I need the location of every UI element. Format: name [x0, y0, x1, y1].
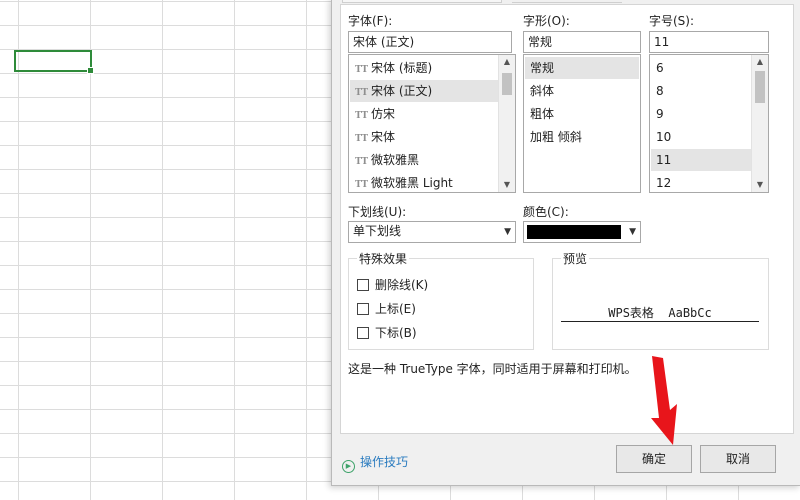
- font-description: 这是一种 TrueType 字体，同时适用于屏幕和打印机。: [348, 362, 637, 376]
- checkbox-box[interactable]: [357, 279, 369, 291]
- underline-label: 下划线(U):: [348, 205, 407, 219]
- font-list-item[interactable]: TT 仿宋: [350, 103, 498, 125]
- style-list[interactable]: 常规 斜体 粗体 加粗 倾斜: [523, 54, 641, 193]
- chevron-down-icon: ▼: [629, 227, 636, 237]
- style-label: 字形(O):: [523, 14, 570, 28]
- subscript-checkbox[interactable]: 下标(B): [357, 324, 417, 342]
- preview-text: WPS表格 AaBbCc: [561, 305, 759, 322]
- font-list-item[interactable]: TT 宋体: [350, 126, 498, 148]
- underline-value: 单下划线: [353, 224, 402, 238]
- superscript-checkbox[interactable]: 上标(E): [357, 300, 416, 318]
- size-list-item[interactable]: 10: [651, 126, 751, 148]
- scroll-thumb[interactable]: [755, 71, 765, 103]
- cancel-button[interactable]: 取消: [700, 445, 776, 473]
- dialog-tab-edge-2: [512, 0, 622, 3]
- effects-title: 特殊效果: [357, 250, 410, 267]
- font-input[interactable]: 宋体 (正文): [348, 31, 512, 53]
- size-list-item[interactable]: 9: [651, 103, 751, 125]
- preview-title: 预览: [561, 250, 590, 267]
- font-list-item[interactable]: TT 宋体 (标题): [350, 57, 498, 79]
- checkbox-box[interactable]: [357, 327, 369, 339]
- scroll-up-icon[interactable]: ▲: [752, 55, 768, 69]
- checkbox-box[interactable]: [357, 303, 369, 315]
- style-list-item[interactable]: 斜体: [525, 80, 639, 102]
- tips-link[interactable]: ▶ 操作技巧: [342, 453, 408, 473]
- truetype-icon: TT: [355, 65, 369, 75]
- font-list-item-selected[interactable]: TT 宋体 (正文): [350, 80, 498, 102]
- font-list-scrollbar[interactable]: ▲ ▼: [498, 55, 515, 192]
- font-tab-panel: 字体(F): 宋体 (正文) TT 宋体 (标题) TT 宋体 (正文) TT 仿宋 …: [340, 4, 794, 434]
- style-list-item[interactable]: 粗体: [525, 103, 639, 125]
- ok-button[interactable]: 确定: [616, 445, 692, 473]
- font-dialog: 字体(F): 宋体 (正文) TT 宋体 (标题) TT 宋体 (正文) TT 仿宋 …: [331, 0, 800, 486]
- chevron-down-icon: ▼: [504, 227, 511, 237]
- truetype-icon: TT: [355, 134, 369, 144]
- scroll-thumb[interactable]: [502, 73, 512, 95]
- color-swatch: [527, 225, 621, 239]
- color-select[interactable]: ▼: [523, 221, 641, 243]
- active-cell[interactable]: [14, 50, 94, 74]
- truetype-icon: TT: [355, 88, 369, 98]
- size-list-item[interactable]: 12: [651, 172, 751, 192]
- scroll-down-icon[interactable]: ▼: [752, 178, 768, 192]
- font-label: 字体(F):: [348, 14, 393, 28]
- color-label: 颜色(C):: [523, 205, 569, 219]
- dialog-tab-edge: [342, 0, 502, 3]
- size-label: 字号(S):: [649, 14, 695, 28]
- play-icon: ▶: [342, 460, 355, 473]
- strikethrough-checkbox[interactable]: 删除线(K): [357, 276, 428, 294]
- style-list-item-selected[interactable]: 常规: [525, 57, 639, 79]
- preview-group: 预览 WPS表格 AaBbCc: [552, 250, 769, 350]
- scroll-up-icon[interactable]: ▲: [499, 55, 515, 69]
- scroll-down-icon[interactable]: ▼: [499, 178, 515, 192]
- underline-select[interactable]: 单下划线 ▼: [348, 221, 516, 243]
- size-list-item[interactable]: 6: [651, 57, 751, 79]
- font-list-item[interactable]: TT 微软雅黑 Light: [350, 172, 498, 192]
- size-list[interactable]: 6 8 9 10 11 12 ▲ ▼: [649, 54, 769, 193]
- size-list-scrollbar[interactable]: ▲ ▼: [751, 55, 768, 192]
- style-list-item[interactable]: 加粗 倾斜: [525, 126, 639, 148]
- truetype-icon: TT: [355, 180, 369, 190]
- style-input[interactable]: 常规: [523, 31, 641, 53]
- effects-group: 特殊效果 删除线(K) 上标(E) 下标(B): [348, 250, 534, 350]
- size-input[interactable]: 11: [649, 31, 769, 53]
- font-list[interactable]: TT 宋体 (标题) TT 宋体 (正文) TT 仿宋 TT 宋体 TT 微软雅黑 TT 微…: [348, 54, 516, 193]
- truetype-icon: TT: [355, 157, 369, 167]
- font-list-item[interactable]: TT 微软雅黑: [350, 149, 498, 171]
- truetype-icon: TT: [355, 111, 369, 121]
- size-list-item-selected[interactable]: 11: [651, 149, 751, 171]
- size-list-item[interactable]: 8: [651, 80, 751, 102]
